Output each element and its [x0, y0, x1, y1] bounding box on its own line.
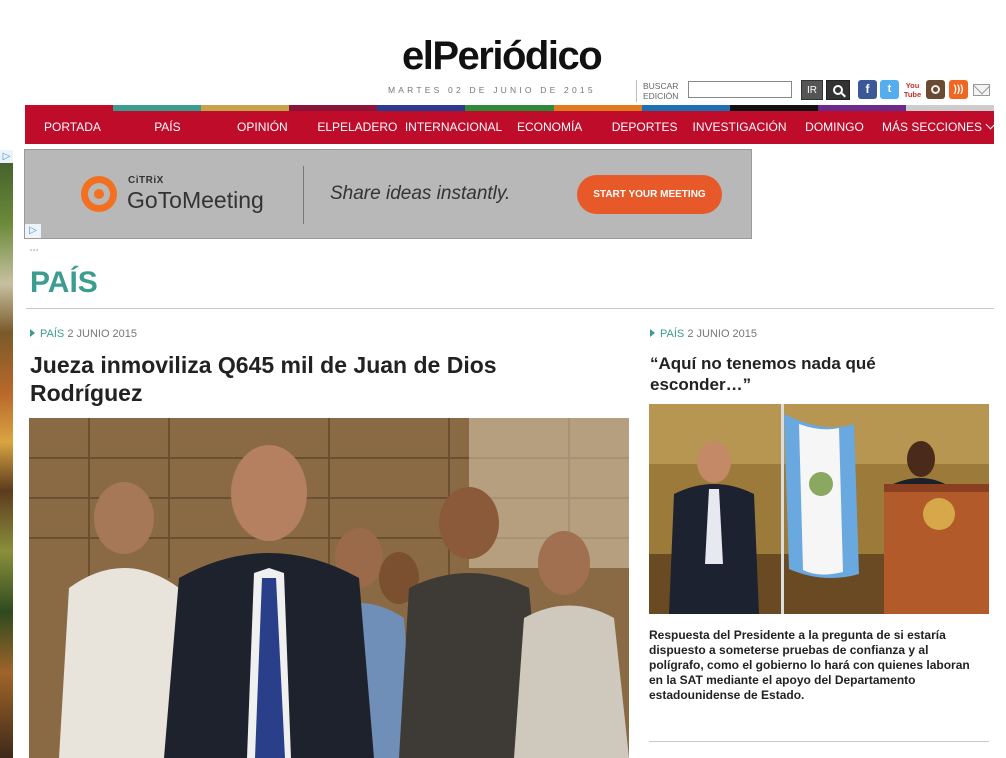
gotomeeting-logo-icon	[81, 176, 117, 212]
ad-divider	[303, 166, 304, 224]
nav-item-portada[interactable]: PORTADA	[25, 111, 120, 144]
nav-item-internacional[interactable]: INTERNACIONAL	[405, 111, 502, 144]
article-category[interactable]: PAÍS	[40, 328, 64, 340]
article-date: 2 JUNIO 2015	[687, 328, 758, 340]
twitter-icon[interactable]: t	[880, 80, 899, 99]
banner-ad[interactable]: CiTRiX GoToMeeting Share ideas instantly…	[24, 149, 752, 239]
search-button[interactable]	[826, 80, 850, 100]
search-label: BUSCAR EDICIÓN	[643, 81, 679, 101]
nav-item-domingo[interactable]: DOMINGO	[787, 111, 882, 144]
main-article-photo[interactable]	[29, 418, 629, 758]
facebook-icon[interactable]: f	[858, 80, 877, 99]
site-logo[interactable]: elPeriódico	[402, 34, 603, 79]
side-article-headline[interactable]: “Aquí no tenemos nada qué esconder…”	[650, 353, 970, 395]
triangle-right-icon	[650, 329, 655, 337]
main-article-headline[interactable]: Jueza inmoviliza Q645 mil de Juan de Dio…	[30, 351, 590, 407]
chevron-down-icon	[985, 119, 996, 130]
article-category[interactable]: PAÍS	[660, 328, 684, 340]
side-article-meta: PAÍS 2 JUNIO 2015	[650, 328, 757, 340]
ad-dots-icon: ▫▫▫	[30, 248, 40, 254]
article-date: 2 JUNIO 2015	[67, 328, 138, 340]
instagram-icon[interactable]	[926, 80, 945, 99]
nav-item-label: MÁS SECCIONES	[881, 120, 983, 134]
ad-tagline: Share ideas instantly.	[330, 183, 511, 204]
nav-item-opinion[interactable]: OPINIÓN	[215, 111, 310, 144]
side-article-divider	[649, 741, 989, 742]
triangle-right-icon	[30, 329, 35, 337]
section-divider	[26, 308, 994, 309]
nav-item-elpeladero[interactable]: ELPELADERO	[310, 111, 405, 144]
nav-item-deportes[interactable]: DEPORTES	[597, 111, 692, 144]
search-input[interactable]	[688, 81, 792, 98]
youtube-icon[interactable]: You Tube	[903, 80, 922, 99]
header-divider	[636, 80, 637, 102]
adchoices-icon[interactable]: ▷	[25, 224, 41, 238]
go-button[interactable]: IR	[801, 80, 823, 100]
ad-cta-button[interactable]: START YOUR MEETING	[577, 175, 722, 214]
mail-icon[interactable]	[972, 80, 991, 99]
side-article-caption: Respuesta del Presidente a la pregunta d…	[649, 628, 970, 702]
courtroom-photo-illustration	[29, 418, 629, 758]
rss-icon[interactable]: )))	[949, 80, 968, 99]
side-article-photo[interactable]	[649, 404, 989, 614]
nav-item-economia[interactable]: ECONOMÍA	[502, 111, 597, 144]
ad-brand-name: GoToMeeting	[127, 187, 264, 213]
ad-brand-small: CiTRiX	[128, 175, 164, 186]
main-article-meta: PAÍS 2 JUNIO 2015	[30, 328, 137, 340]
main-nav: PORTADA PAÍS OPINIÓN ELPELADERO INTERNAC…	[25, 111, 996, 144]
nav-item-investigacion[interactable]: INVESTIGACIÓN	[692, 111, 787, 144]
adchoices-icon[interactable]: ▷	[0, 150, 13, 163]
side-ad-image[interactable]	[0, 150, 13, 758]
edition-date: MARTES 02 DE JUNIO DE 2015	[388, 85, 596, 95]
section-title: PAÍS	[30, 266, 98, 299]
nav-item-pais[interactable]: PAÍS	[120, 111, 215, 144]
nav-item-mas-secciones[interactable]: MÁS SECCIONES	[881, 111, 996, 144]
press-conference-photo-illustration	[649, 404, 989, 614]
